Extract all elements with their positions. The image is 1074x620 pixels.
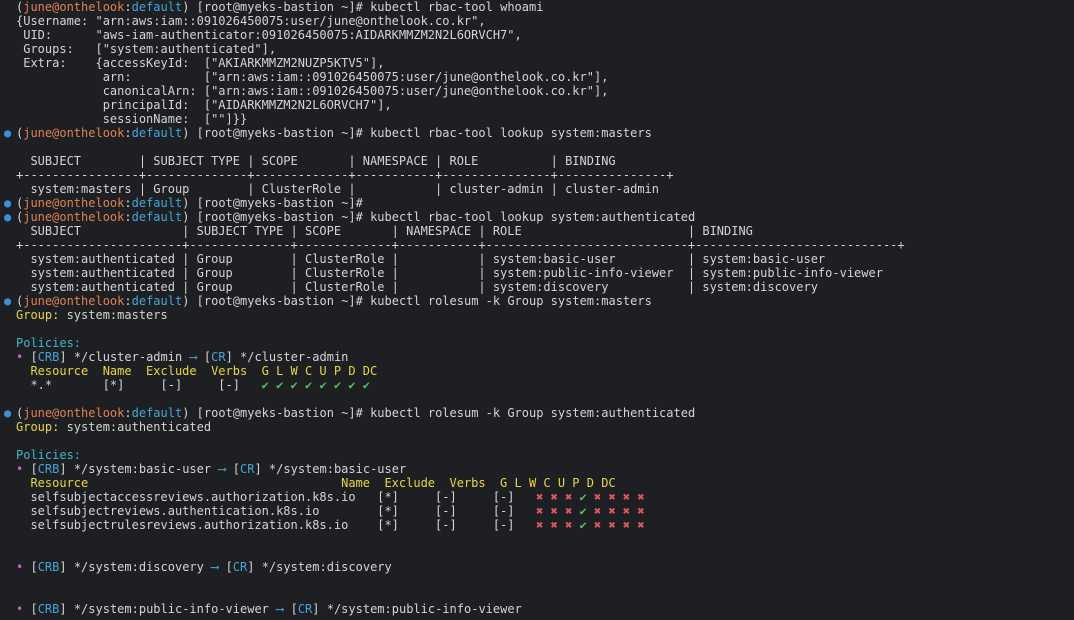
prompt-host: [root@myeks-bastion ~]# [196, 0, 363, 14]
table-header: Resource Name Exclude Verbs G L W C U P … [16, 364, 378, 378]
verbs-allowed: ✔ ✔ ✔ ✔ ✔ ✔ ✔ ✔ [261, 378, 371, 392]
bullet-icon: • [16, 350, 24, 364]
prompt-line: ● (june@onthelook:default) [root@myeks-ba… [4, 294, 652, 308]
table-header: Resource Name Exclude Verbs G L W C U P … [16, 476, 616, 490]
command-text: kubectl rolesum -k Group system:authenti… [370, 406, 696, 420]
status-dot-icon: ● [4, 294, 12, 308]
policies-heading: Policies: [16, 448, 82, 462]
arrow-right-icon: ⟶ [218, 462, 226, 476]
arrow-right-icon: ⟶ [276, 602, 284, 616]
group-line: Group: system:authenticated [16, 420, 212, 434]
prompt-line: ● (june@onthelook:default) [root@myeks-ba… [4, 126, 652, 140]
bullet-icon: • [16, 560, 24, 574]
output-line: sessionName: [""]}} [16, 112, 248, 126]
command-text: kubectl rolesum -k Group system:masters [370, 294, 652, 308]
table-row: *.* [*] [-] [-] ✔ ✔ ✔ ✔ ✔ ✔ ✔ ✔ [16, 378, 371, 392]
output-line: Extra: {accessKeyId: ["AKIARKMMZM2NUZP5K… [16, 56, 385, 70]
table-row: system:masters | Group | ClusterRole | |… [16, 182, 659, 196]
terminal-window[interactable]: (june@onthelook:default) [root@myeks-bas… [0, 0, 1074, 616]
table-divider: +----------------+--------------+-------… [16, 168, 674, 182]
table-header: SUBJECT | SUBJECT TYPE | SCOPE | NAMESPA… [16, 154, 616, 168]
command-text: kubectl rbac-tool lookup system:masters [370, 126, 652, 140]
table-row: system:authenticated | Group | ClusterRo… [16, 280, 818, 294]
table-row: system:authenticated | Group | ClusterRo… [16, 266, 883, 280]
status-dot-icon: ● [4, 126, 12, 140]
output-line: {Username: "arn:aws:iam::091026450075:us… [16, 14, 486, 28]
arrow-right-icon: ⟶ [211, 560, 219, 574]
bullet-icon: • [16, 602, 24, 616]
table-row: selfsubjectrulesreviews.authorization.k8… [16, 518, 645, 532]
command-text: kubectl rbac-tool lookup system:authenti… [370, 210, 696, 224]
table-row: selfsubjectaccessreviews.authorization.k… [16, 490, 645, 504]
prompt-line: ● (june@onthelook:default) [root@myeks-ba… [4, 196, 363, 210]
binding-line: • [CRB] */system:public-info-viewer ⟶ [C… [16, 602, 522, 616]
group-line: Group: system:masters [16, 308, 168, 322]
output-line: Groups: ["system:authenticated"], [16, 42, 277, 56]
prompt-line: (june@onthelook:default) [root@myeks-bas… [16, 0, 544, 14]
policies-heading: Policies: [16, 336, 82, 350]
status-dot-icon: ● [4, 210, 12, 224]
prompt-namespace: default [131, 0, 183, 14]
binding-line: • [CRB] */system:basic-user ⟶ [CR] */sys… [16, 462, 407, 476]
bullet-icon: • [16, 462, 24, 476]
prompt-line: ● (june@onthelook:default) [root@myeks-ba… [4, 406, 696, 420]
command-text: kubectl rbac-tool whoami [370, 0, 544, 14]
table-divider: +----------------------+--------------+-… [16, 238, 905, 252]
table-header: SUBJECT | SUBJECT TYPE | SCOPE | NAMESPA… [16, 224, 753, 238]
arrow-right-icon: ⟶ [189, 350, 197, 364]
prompt-user: june@onthelook [23, 0, 125, 14]
status-dot-icon: ● [4, 406, 12, 420]
binding-line: • [CRB] */cluster-admin ⟶ [CR] */cluster… [16, 350, 349, 364]
output-line: principalId: ["AIDARKMMZM2N2L6ORVCH7"], [16, 98, 392, 112]
output-line: arn: ["arn:aws:iam::091026450075:user/ju… [16, 70, 609, 84]
binding-line: • [CRB] */system:discovery ⟶ [CR] */syst… [16, 560, 392, 574]
table-row: selfsubjectreviews.authentication.k8s.io… [16, 504, 645, 518]
status-dot-icon: ● [4, 196, 12, 210]
table-row: system:authenticated | Group | ClusterRo… [16, 252, 826, 266]
output-line: canonicalArn: ["arn:aws:iam::09102645007… [16, 84, 609, 98]
prompt-line: ● (june@onthelook:default) [root@myeks-ba… [4, 210, 696, 224]
output-line: UID: "aws-iam-authenticator:091026450075… [16, 28, 522, 42]
